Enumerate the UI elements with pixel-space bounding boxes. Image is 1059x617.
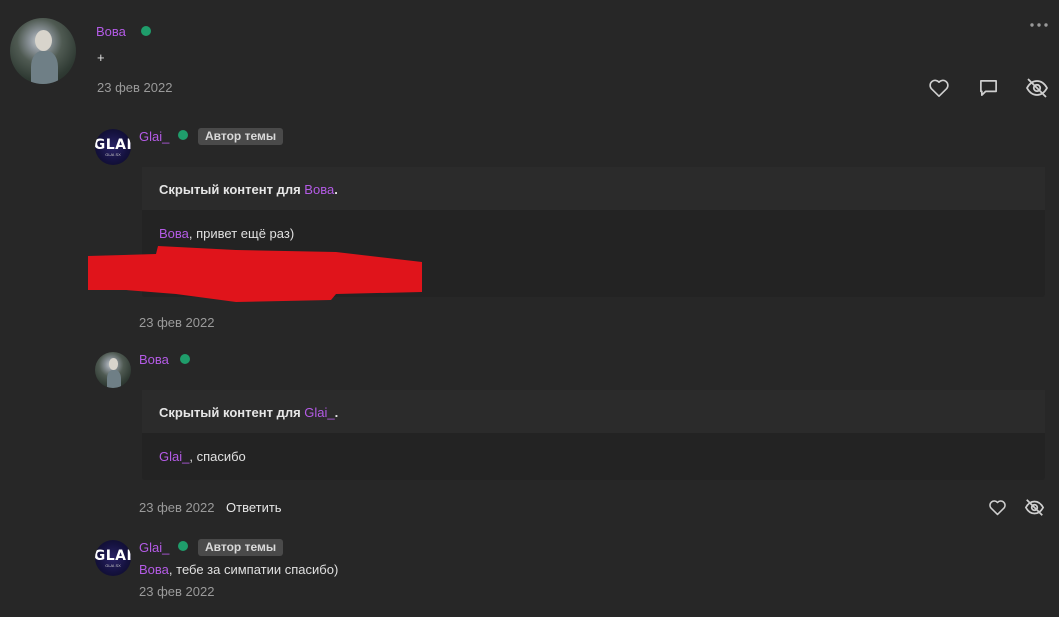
hidden-content-dot: . [334,182,338,197]
user-mention[interactable]: Вова [159,226,189,241]
user-mention[interactable]: Вова [139,562,169,577]
eye-slash-icon[interactable] [1025,77,1049,99]
post-author-name[interactable]: Вова [96,24,126,39]
avatar-logo-text: GLAI [95,136,131,153]
reply-author-avatar[interactable]: GLAI GLAI.SX [95,540,131,576]
avatar-logo-text: GLAI [95,547,131,564]
online-status-dot [178,541,188,551]
reply-text: , привет ещё раз) [188,226,295,241]
reply-author-name[interactable]: Glai_ [139,540,169,555]
reply-author-name[interactable]: Вова [139,352,169,367]
online-status-dot [180,354,190,364]
heart-icon[interactable] [988,499,1007,516]
heart-icon[interactable] [928,78,950,98]
online-status-dot [141,26,151,36]
eye-slash-icon[interactable] [1024,498,1045,517]
reply-text: , тебе за симпатии спасибо) [168,562,339,577]
reply-date[interactable]: 23 фев 2022 [139,315,214,330]
hidden-content-recipient[interactable]: Glai_ [304,405,334,420]
topic-author-badge: Автор темы [198,128,284,145]
hidden-content-block: Скрытый контент для Glai_. Glai_, спасиб… [142,390,1045,480]
avatar-logo-subtext: GLAI.SX [105,151,121,157]
post-body: + [97,50,105,65]
reply-author-avatar[interactable]: GLAI GLAI.SX [95,129,131,165]
user-mention[interactable]: Glai_ [159,449,189,464]
more-icon[interactable] [1030,22,1048,28]
post-date[interactable]: 23 фев 2022 [97,80,172,95]
hidden-content-body: Вова, привет ещё раз) [159,226,294,241]
online-status-dot [178,130,188,140]
post-author-avatar[interactable] [10,18,76,84]
hidden-content-header: Скрытый контент для Вова. [142,167,1045,210]
reply-button[interactable]: Ответить [226,500,282,515]
reply-author-name[interactable]: Glai_ [139,129,169,144]
comment-icon[interactable] [978,78,999,98]
redaction-scribble [86,246,426,305]
hidden-content-label: Скрытый контент для [159,182,301,197]
hidden-content-header: Скрытый контент для Glai_. [142,390,1045,433]
hidden-content-label: Скрытый контент для [159,405,301,420]
reply-author-avatar[interactable] [95,352,131,388]
reply-text: , спасибо [189,449,246,464]
avatar-logo-subtext: GLAI.SX [105,562,121,568]
topic-author-badge: Автор темы [198,539,284,556]
reply-date[interactable]: 23 фев 2022 [139,584,214,599]
hidden-content-body: Glai_, спасибо [159,449,246,464]
reply-body: Вова, тебе за симпатии спасибо) [139,562,338,577]
hidden-content-recipient[interactable]: Вова [304,182,334,197]
reply-date[interactable]: 23 фев 2022 [139,500,214,515]
hidden-content-dot: . [334,405,339,420]
